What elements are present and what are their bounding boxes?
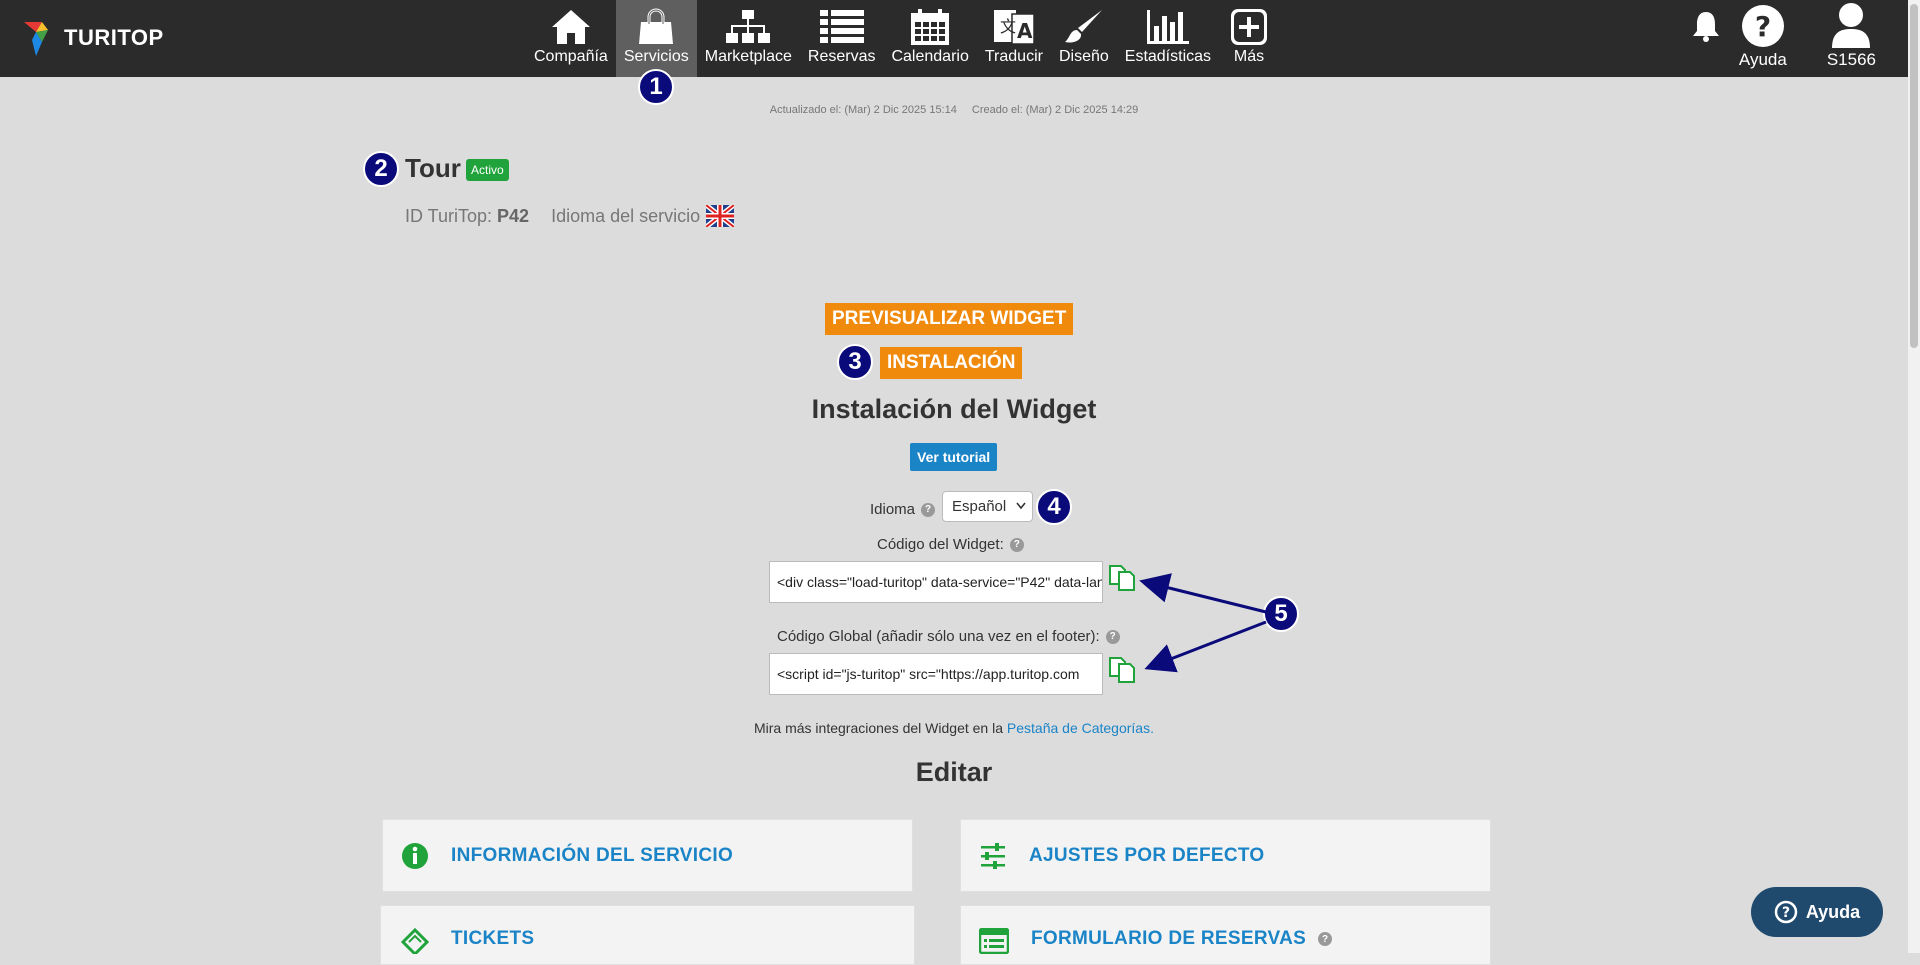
service-language-label: Idioma del servicio (551, 205, 701, 226)
card-service-info[interactable]: INFORMACIÓN DEL SERVICIO (382, 819, 913, 892)
card-booking-form[interactable]: FORMULARIO DE RESERVAS ? (960, 905, 1491, 965)
sliders-icon (981, 842, 1005, 869)
help-icon[interactable]: ? (1318, 932, 1333, 946)
help-icon[interactable]: ? (921, 502, 936, 517)
floating-help-label: Ayuda (1805, 901, 1861, 922)
global-code-field[interactable]: <script id="js-turitop" src="https://app… (769, 653, 1103, 695)
card-label: INFORMACIÓN DEL SERVICIO (451, 844, 734, 866)
widget-install-heading: Instalación del Widget (811, 394, 1097, 424)
question-circle-icon: ? (1774, 900, 1798, 924)
ticket-icon (400, 928, 429, 954)
integrations-text: Mira más integraciones del Widget en la … (0, 720, 1908, 736)
widget-code-label: Código del Widget: (877, 536, 1004, 553)
chevron-down-icon (1016, 502, 1026, 510)
help-icon[interactable]: ? (1105, 629, 1120, 644)
floating-help-button[interactable]: ? Ayuda (1751, 887, 1883, 937)
form-list-icon (979, 928, 1009, 954)
created-timestamp: Creado el: (Mar) 2 Dic 2025 14:29 (971, 104, 1139, 116)
preview-widget-button[interactable]: PREVISUALIZAR WIDGET (825, 303, 1074, 335)
status-badge: Activo (466, 159, 509, 181)
tutorial-button[interactable]: Ver tutorial (910, 443, 998, 471)
service-title: Tour (405, 153, 461, 183)
service-id-line: ID TuriTop: P42 Idioma del servicio (405, 205, 735, 227)
edit-heading: Editar (915, 757, 993, 787)
card-label: FORMULARIO DE RESERVAS (1031, 928, 1307, 949)
updated-timestamp: Actualizado el: (Mar) 2 Dic 2025 15:14 (769, 104, 957, 116)
id-value: P42 (497, 205, 530, 226)
svg-text:?: ? (1782, 905, 1790, 921)
installation-button[interactable]: INSTALACIÓN (880, 347, 1023, 379)
copy-widget-code-icon[interactable] (1107, 562, 1139, 592)
widget-code-label-row: Código del Widget: ? (877, 536, 1024, 553)
language-select-value: Español (952, 498, 1007, 515)
integrations-prefix: Mira más integraciones del Widget en la (753, 720, 1003, 736)
language-label: Idioma (870, 501, 916, 518)
info-icon (402, 842, 428, 869)
scrollbar-thumb[interactable] (1910, 4, 1918, 348)
widget-code-field[interactable]: <div class="load-turitop" data-service="… (769, 561, 1103, 603)
card-label: AJUSTES POR DEFECTO (1029, 844, 1265, 866)
timestamps: Actualizado el: (Mar) 2 Dic 2025 15:14 C… (0, 104, 1908, 116)
global-code-label-row: Código Global (añadir sólo una vez en el… (777, 628, 1120, 645)
annotation-arrows (1139, 573, 1267, 673)
language-select[interactable]: Español (942, 491, 1033, 522)
card-label: TICKETS (451, 928, 535, 949)
language-label-row: Idioma ? (870, 501, 936, 518)
card-tickets[interactable]: TICKETS (380, 905, 915, 965)
card-default-settings[interactable]: AJUSTES POR DEFECTO (960, 819, 1491, 892)
uk-flag-icon (706, 205, 735, 227)
help-icon[interactable]: ? (1009, 537, 1024, 552)
copy-global-code-icon[interactable] (1107, 654, 1139, 684)
global-code-label: Código Global (añadir sólo una vez en el… (777, 628, 1100, 645)
categories-tab-link[interactable]: Pestaña de Categorías. (1007, 720, 1154, 736)
page-scrollbar[interactable] (1908, 0, 1920, 953)
id-label: ID TuriTop: (405, 205, 493, 226)
